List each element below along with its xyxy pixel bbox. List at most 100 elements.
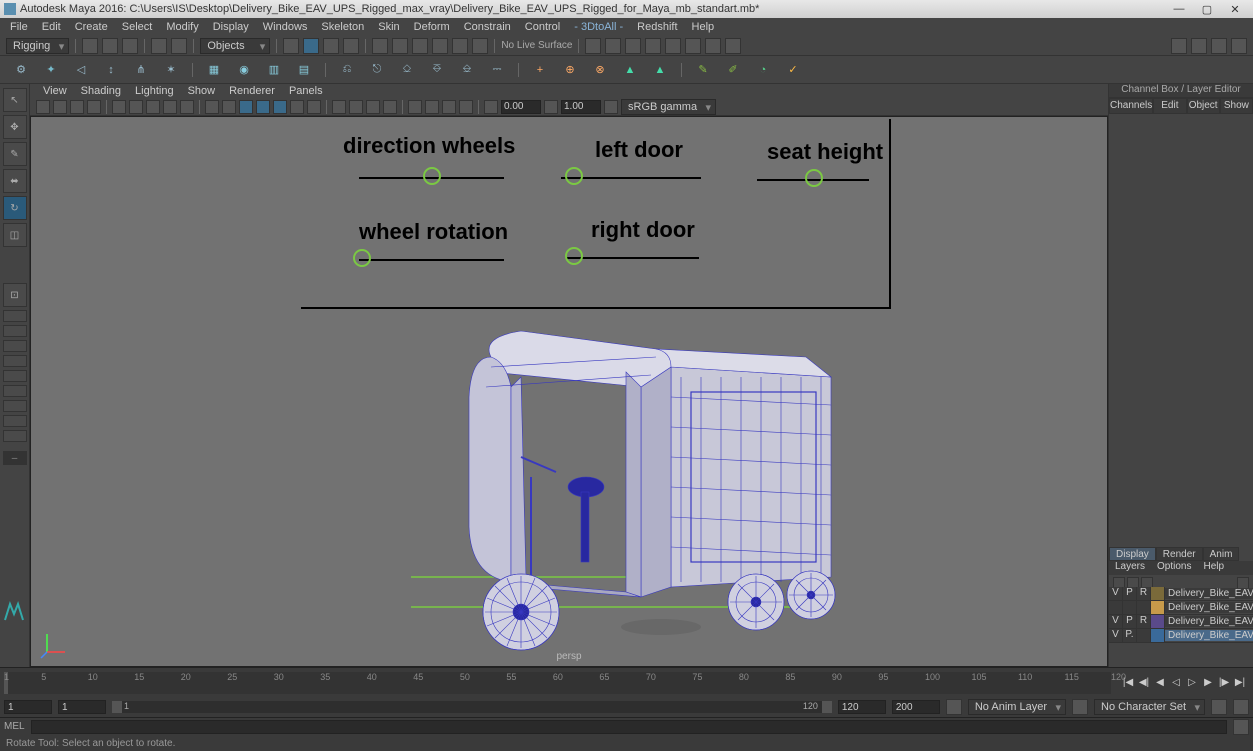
scale-tool-icon[interactable]: ◫ — [3, 223, 27, 247]
vp-shadows-icon[interactable] — [307, 100, 321, 114]
layer-vis[interactable]: V — [1109, 615, 1123, 628]
ctrl-seat-height-handle[interactable] — [805, 169, 823, 187]
snap-curve-icon[interactable] — [303, 38, 319, 54]
tab-channels[interactable]: Channels — [1109, 98, 1153, 114]
step-back-icon[interactable]: ◀ — [1153, 676, 1167, 690]
sidebar-toggle3-icon[interactable] — [1211, 38, 1227, 54]
sym-z-icon[interactable] — [625, 38, 641, 54]
new-scene-icon[interactable] — [82, 38, 98, 54]
lasso-tool-icon[interactable]: ✥ — [3, 115, 27, 139]
open-scene-icon[interactable] — [102, 38, 118, 54]
shelf-paint1-icon[interactable]: ✎ — [692, 59, 714, 81]
vp-lock-icon[interactable] — [544, 100, 558, 114]
shelf-joint-icon[interactable]: ◁ — [70, 59, 92, 81]
layer-row[interactable]: Delivery_Bike_EAV_UPS — [1109, 601, 1253, 615]
vp-gamma-dropdown[interactable]: sRGB gamma — [621, 99, 716, 115]
vp-motion-icon[interactable] — [459, 100, 473, 114]
ipr-icon[interactable] — [452, 38, 468, 54]
shelf-set2-icon[interactable]: ⊕ — [559, 59, 581, 81]
vp-lights-icon[interactable] — [290, 100, 304, 114]
step-fwd-key-icon[interactable]: |▶ — [1217, 676, 1231, 690]
vp-grid-icon[interactable] — [112, 100, 126, 114]
vp-shaded-icon[interactable] — [239, 100, 253, 114]
menu-skeleton[interactable]: Skeleton — [315, 20, 370, 34]
range-lock-icon[interactable] — [946, 699, 962, 715]
layout2-icon[interactable] — [3, 325, 27, 337]
vp-menu-show[interactable]: Show — [183, 85, 221, 97]
layer-sub-help[interactable]: Help — [1197, 561, 1230, 575]
sidebar-toggle4-icon[interactable] — [1231, 38, 1247, 54]
layer-ref[interactable] — [1137, 601, 1151, 614]
layer-play[interactable] — [1123, 601, 1137, 614]
rotate-tool-icon[interactable]: ↻ — [3, 196, 27, 220]
menu-display[interactable]: Display — [207, 20, 255, 34]
layout8-icon[interactable] — [3, 415, 27, 427]
vp-xray-icon[interactable] — [349, 100, 363, 114]
menu-edit[interactable]: Edit — [36, 20, 67, 34]
tab-object[interactable]: Object — [1187, 98, 1220, 114]
character-set-dropdown[interactable]: No Character Set — [1094, 699, 1205, 715]
menu-deform[interactable]: Deform — [408, 20, 456, 34]
vp-textured-icon[interactable] — [273, 100, 287, 114]
shelf-sculpt-icon[interactable]: ◔ — [752, 59, 774, 81]
shelf-extra-icon[interactable]: ✓ — [782, 59, 804, 81]
sym-obj-icon[interactable] — [665, 38, 681, 54]
construction-icon[interactable] — [412, 38, 428, 54]
close-button[interactable]: ✕ — [1221, 1, 1249, 17]
snap-point-icon[interactable] — [323, 38, 339, 54]
vp-smooth-icon[interactable] — [222, 100, 236, 114]
sym-topo-icon[interactable] — [705, 38, 721, 54]
ref-edit-icon[interactable] — [392, 38, 408, 54]
maximize-button[interactable]: ▢ — [1193, 1, 1221, 17]
cmd-input[interactable] — [31, 720, 1227, 734]
layer-color-swatch[interactable] — [1151, 601, 1165, 614]
paint-select-icon[interactable]: ✎ — [3, 142, 27, 166]
save-scene-icon[interactable] — [122, 38, 138, 54]
layer-play[interactable]: P. — [1123, 629, 1137, 642]
snap-grid-icon[interactable] — [283, 38, 299, 54]
vp-wire-shaded-icon[interactable] — [256, 100, 270, 114]
layout7-icon[interactable] — [3, 400, 27, 412]
vp-menu-shading[interactable]: Shading — [76, 85, 126, 97]
anim-layer-dropdown[interactable]: No Anim Layer — [968, 699, 1066, 715]
vp-safe-icon[interactable] — [180, 100, 194, 114]
menu-control[interactable]: Control — [519, 20, 566, 34]
vp-menu-renderer[interactable]: Renderer — [224, 85, 280, 97]
step-back-key-icon[interactable]: ◀| — [1137, 676, 1151, 690]
shelf-sphere-icon[interactable]: ◉ — [233, 59, 255, 81]
range-max[interactable] — [892, 700, 940, 714]
layout3-icon[interactable] — [3, 340, 27, 352]
render-icon[interactable] — [432, 38, 448, 54]
vp-res-icon[interactable] — [163, 100, 177, 114]
layer-color-swatch[interactable] — [1151, 629, 1165, 642]
vp-aa-icon[interactable] — [442, 100, 456, 114]
vp-xrayj-icon[interactable] — [366, 100, 380, 114]
vp-ao-icon[interactable] — [484, 100, 498, 114]
vp-field1[interactable] — [501, 100, 541, 114]
delivery-bike-model[interactable] — [411, 327, 871, 657]
vp-cm-icon[interactable] — [604, 100, 618, 114]
collapse-icon[interactable]: – — [3, 451, 27, 465]
render-settings-icon[interactable] — [472, 38, 488, 54]
vp-exposure-icon[interactable] — [408, 100, 422, 114]
shelf-bind1-icon[interactable]: ⎌ — [336, 59, 358, 81]
vp-culling-icon[interactable] — [383, 100, 397, 114]
vp-camera-icon[interactable] — [36, 100, 50, 114]
layout6-icon[interactable] — [3, 385, 27, 397]
last-tool-icon[interactable]: ⊡ — [3, 283, 27, 307]
sidebar-toggle1-icon[interactable] — [1171, 38, 1187, 54]
menu-modify[interactable]: Modify — [160, 20, 204, 34]
menu-file[interactable]: File — [4, 20, 34, 34]
vp-isolate-icon[interactable] — [332, 100, 346, 114]
layer-vis[interactable] — [1109, 601, 1123, 614]
ctrl-left-door-handle[interactable] — [565, 167, 583, 185]
vp-menu-view[interactable]: View — [38, 85, 72, 97]
range-start[interactable] — [58, 700, 106, 714]
viewport-3d[interactable]: direction wheels left door seat height w… — [30, 116, 1108, 667]
timeline-ruler[interactable]: 1510152025303540455055606570758085909510… — [4, 672, 1111, 694]
layer-play[interactable]: P — [1123, 587, 1137, 600]
shelf-set1-icon[interactable]: + — [529, 59, 551, 81]
menu-windows[interactable]: Windows — [257, 20, 314, 34]
range-thumb-end[interactable] — [822, 701, 832, 713]
snap-plane-icon[interactable] — [343, 38, 359, 54]
